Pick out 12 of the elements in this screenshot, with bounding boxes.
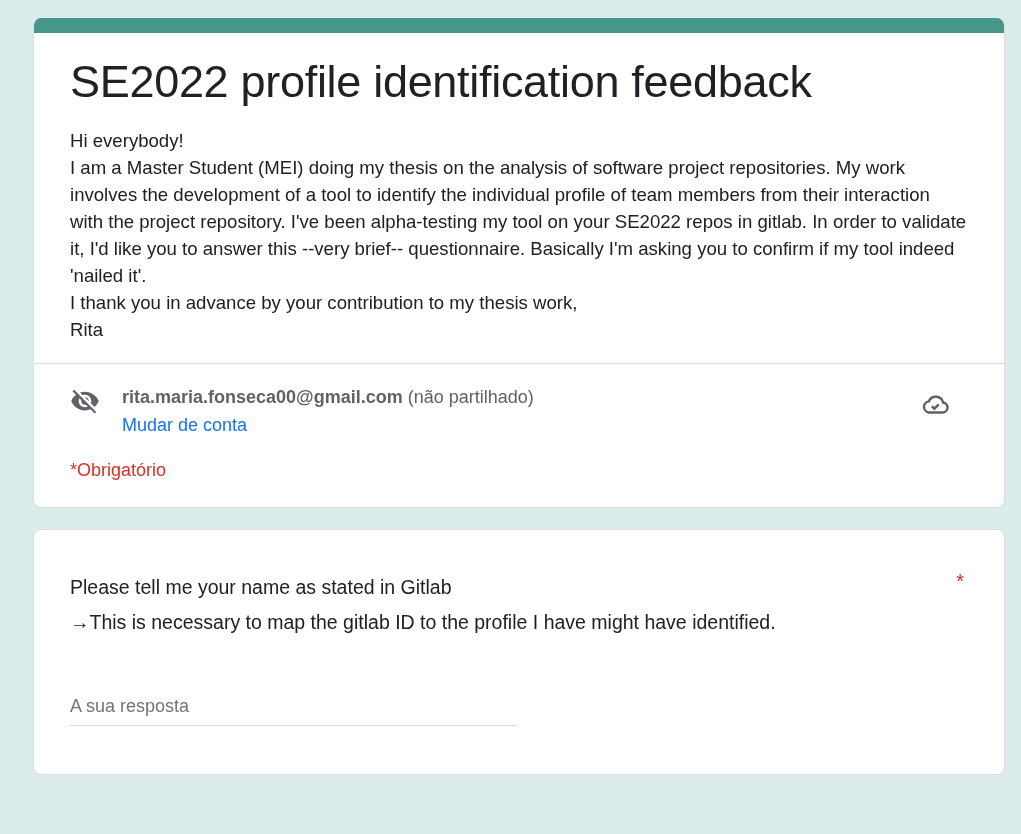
form-title: SE2022 profile identification feedback [70,55,813,109]
account-email: rita.maria.fonseca00@gmail.com (não partilhado) [122,386,535,409]
required-mark: * [956,570,964,594]
question-description: →This is necessary to map the gitlab ID to the profile I have might have identified. [70,610,777,635]
description-text: Hi everybody! [70,129,185,153]
description-text: I thank you in advance by your contribution to my thesis work, [70,291,579,315]
description-text: I am a Master Student (MEI) doing my thesis on the analysis of software project repositories. My work involves the development of a tool to identify the individual profile of team members from their interaction with the project repository. I've been alpha-testing my tool on your SE2022 repos in gitlab. In order to validate it, I'd like you to answer this --very brief-- questionnaire. Basically I'm asking you to confirm if my tool indeed 'nailed it'. [70,156,968,288]
required-note: *Obrigatório [69,459,168,482]
description-text: Rita [70,318,105,342]
switch-account-link[interactable]: Mudar de conta [122,410,248,440]
answer-field[interactable]: A sua resposta [70,696,518,726]
question-title: Please tell me your name as stated in Gitlab [70,575,453,600]
